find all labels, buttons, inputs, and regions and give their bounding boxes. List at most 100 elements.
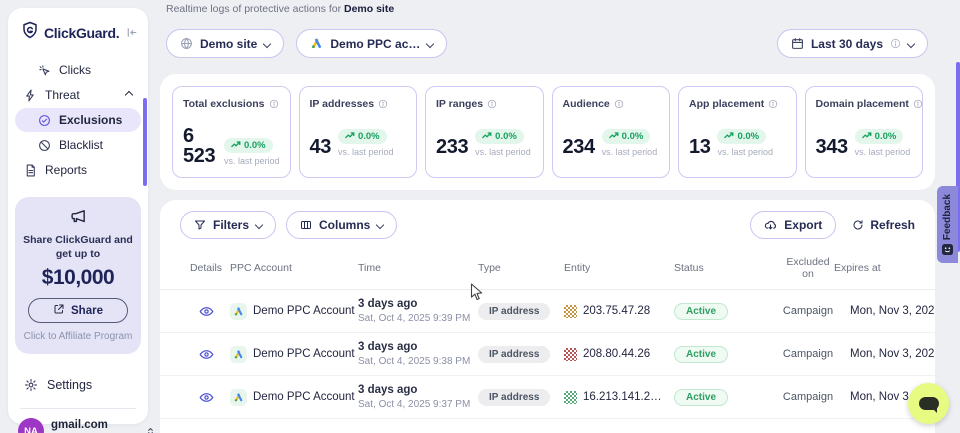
share-button-label: Share [71,305,103,317]
status-badge: Active [674,389,728,406]
promo-amount: $10,000 [21,266,135,290]
delta-value: 0.0% [358,131,380,142]
delta-badge: 0.0% [855,129,904,144]
sidebar-item-blacklist[interactable]: Blacklist [15,133,141,157]
lightning-icon [24,89,37,102]
account-name: gmail.com [51,419,138,433]
table-toolbar: Filters Columns Export [160,211,935,239]
ppc-account-filter-dropdown[interactable]: Demo PPC ac… [296,29,447,58]
sidebar-item-threat[interactable]: Threat [15,83,141,107]
chevron-updown-icon [145,426,156,433]
megaphone-icon [70,212,87,229]
entity-identicon [564,348,577,361]
affiliate-link[interactable]: Click to Affiliate Program [21,331,135,342]
site-filter-dropdown[interactable]: Demo site [166,29,284,58]
delta-badge: 0.0% [602,129,651,144]
stat-value: 343 [816,137,848,157]
page-subtitle: Realtime logs of protective actions for … [166,3,394,15]
stat-value: 13 [689,137,710,157]
info-icon[interactable] [768,99,778,109]
chevron-down-icon [376,221,384,229]
trend-up-icon [231,140,241,151]
type-badge: IP address [478,346,550,363]
check-circle-icon [38,114,51,127]
external-link-icon [53,303,65,318]
sidebar-item-settings[interactable]: Settings [8,372,148,398]
settings-label: Settings [47,378,92,392]
scope-filters: Demo site Demo PPC ac… [166,29,447,58]
row-details-eye-button[interactable] [199,390,214,405]
globe-icon [180,37,193,50]
col-header-details: Details [182,262,230,274]
stat-label: Audience [563,98,610,110]
info-icon[interactable] [487,99,497,109]
stat-period: vs. last period [602,147,658,157]
stat-value: 233 [436,137,468,157]
stat-card-domain-placement: Domain placement 343 0.0% vs. last perio… [805,86,924,178]
entity-identicon [564,391,577,404]
share-button[interactable]: Share [28,298,128,323]
chevron-down-icon [907,39,915,47]
info-icon[interactable] [269,99,279,109]
trend-up-icon [345,131,355,142]
site-filter-label: Demo site [200,37,257,51]
sidebar-item-clicks[interactable]: Clicks [15,58,141,82]
row-details-eye-button[interactable] [199,347,214,362]
chevron-down-icon [255,221,263,229]
stat-value: 43 [310,137,331,157]
stat-label: IP addresses [310,98,375,110]
time-absolute: Sat, Oct 4, 2025 9:37 PM [358,398,478,411]
col-header-ppc-account: PPC Account [230,262,358,274]
document-icon [24,164,37,177]
chevron-up-icon [125,91,133,99]
account-switcher[interactable]: NA gmail.com naatali.ro@gmail.com [8,409,148,433]
columns-icon [300,219,312,231]
export-button[interactable]: Export [750,211,836,239]
row-details-eye-button[interactable] [199,304,214,319]
expires-at-value: Mon, Nov 3, 2025 [834,305,935,317]
refresh-button[interactable]: Refresh [852,218,915,232]
export-label: Export [784,218,822,232]
delta-value: 0.0% [244,140,266,151]
ppc-account-name: Demo PPC Account [253,305,355,317]
table-row: Demo PPC Account 3 days agoSat, Oct 4, 2… [160,333,935,376]
delta-value: 0.0% [495,131,517,142]
time-relative: 3 days ago [358,297,478,311]
ppc-account-name: Demo PPC Account [253,391,355,403]
refresh-label: Refresh [870,218,915,232]
table-row: Demo PPC Account 3 days agoSat, Oct 4, 2… [160,290,935,333]
chat-widget-button[interactable] [908,383,949,424]
google-ads-icon [230,346,247,363]
info-icon[interactable] [614,99,624,109]
stat-period: vs. last period [224,156,280,166]
cursor-click-icon [38,64,51,77]
columns-label: Columns [319,218,370,232]
time-absolute: Sat, Oct 4, 2025 9:38 PM [358,355,478,368]
stat-period: vs. last period [475,147,531,157]
filters-dropdown[interactable]: Filters [180,211,276,239]
chevron-down-icon [426,39,434,47]
logo-text: ClickGuard. [44,25,119,41]
feedback-tab[interactable]: Feedback [937,186,958,263]
chevron-down-icon [263,39,271,47]
sidebar-scrollbar[interactable] [143,98,147,186]
date-range-label: Last 30 days [811,37,883,51]
promo-text: Share ClickGuard and get up to [21,233,135,261]
info-icon[interactable] [378,99,388,109]
stat-label: App placement [689,98,764,110]
sidebar-item-label: Threat [45,88,80,102]
stat-label: IP ranges [436,98,483,110]
columns-dropdown[interactable]: Columns [286,211,397,239]
info-icon[interactable] [913,99,923,109]
col-header-entity: Entity [564,262,674,274]
sidebar-item-exclusions[interactable]: Exclusions [15,108,141,132]
delta-badge: 0.0% [717,129,766,144]
delta-value: 0.0% [737,131,759,142]
info-icon [890,38,901,49]
sidebar-collapse-icon[interactable] [125,26,138,39]
entity-value: 16.213.141.2… [583,391,662,403]
google-ads-icon [310,37,323,50]
sidebar-item-reports[interactable]: Reports [15,158,141,182]
avatar: NA [18,418,44,433]
date-range-dropdown[interactable]: Last 30 days [777,29,928,58]
